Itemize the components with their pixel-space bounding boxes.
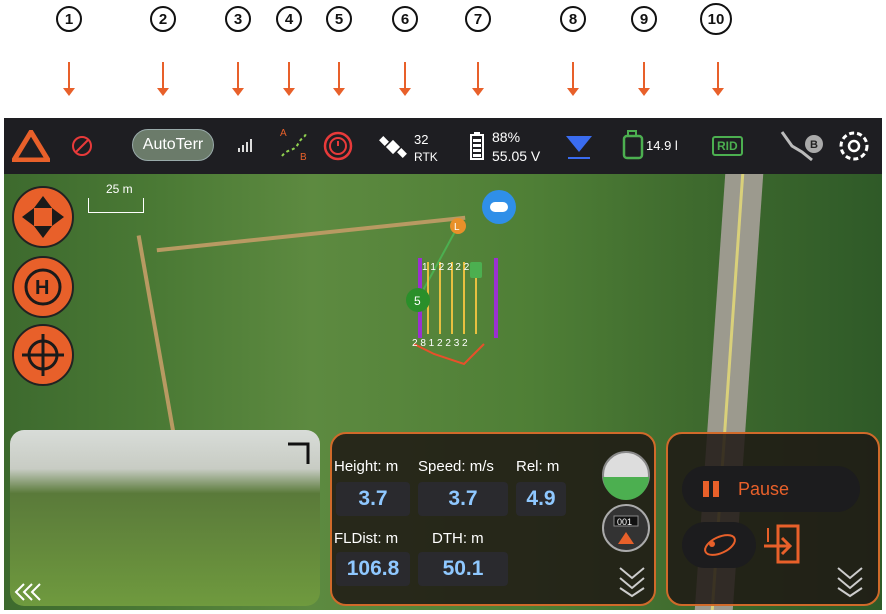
callout-6: 6 [392, 6, 418, 32]
dth-value: 50.1 [418, 552, 508, 586]
height-value: 3.7 [336, 482, 410, 516]
callout-arrow [333, 62, 345, 96]
dth-label: DTH: m [432, 530, 484, 547]
pause-label: Pause [738, 478, 790, 499]
no-entry-icon[interactable] [70, 134, 94, 158]
callout-arrow [157, 62, 169, 96]
route-ab-icon[interactable]: A B [276, 126, 310, 162]
orbit-mode-button[interactable] [682, 522, 756, 568]
signal-strength-icon [238, 139, 252, 152]
svg-text:A: A [280, 128, 287, 139]
crosshair-icon [22, 334, 64, 376]
attitude-indicator-icon [602, 451, 650, 500]
satellite-count: 32 [414, 132, 429, 147]
pause-icon [703, 481, 719, 497]
fldist-label: FLDist: m [334, 530, 399, 547]
fuel-level: 14.9 l [646, 138, 678, 153]
camera-feed[interactable] [10, 430, 320, 606]
scale-label: 25 m [106, 182, 133, 196]
status-bar: AutoTerr A B 32 RTK 88% 55.05 V 14.9 l R… [4, 118, 882, 174]
route-numbers-bottom: 2 8 1 2 2 3 2 [412, 338, 468, 349]
collapse-chevrons-icon[interactable] [10, 580, 50, 604]
callout-arrow [63, 62, 75, 96]
telemetry-panel: Height: m 3.7 Speed: m/s 3.7 Rel: m 4.9 … [330, 432, 656, 606]
svg-text:H: H [35, 277, 49, 299]
callout-legend: 1 2 3 4 5 6 7 8 9 10 [0, 0, 886, 112]
callout-2: 2 [150, 6, 176, 32]
callout-9: 9 [631, 6, 657, 32]
speed-value: 3.7 [418, 482, 508, 516]
satellite-icon [379, 136, 407, 158]
speed-label: Speed: m/s [418, 458, 494, 475]
route-marker-label: B [810, 139, 818, 151]
callout-arrow [712, 62, 724, 96]
rel-value: 4.9 [516, 482, 566, 516]
spray-mode-icon[interactable] [564, 132, 594, 160]
autoterrain-button[interactable]: AutoTerr [132, 129, 214, 161]
mission-control-panel: Pause [666, 432, 880, 606]
callout-4: 4 [276, 6, 302, 32]
callout-8: 8 [560, 6, 586, 32]
svg-text:B: B [300, 152, 307, 162]
map-view[interactable]: 25 m H L 5 1 1 2 2 2 2 2 8 1 2 2 3 2 Hei… [4, 174, 882, 610]
callout-arrow [283, 62, 295, 96]
dpad-icon [22, 196, 64, 238]
mission-route: L 5 1 1 2 2 2 2 2 8 1 2 2 3 2 [406, 218, 498, 366]
callout-arrow [399, 62, 411, 96]
target-button[interactable] [12, 324, 74, 386]
compass-icon: 001 [602, 504, 650, 552]
callout-arrow [232, 62, 244, 96]
collapse-chevrons-icon[interactable] [834, 562, 866, 598]
remote-id-badge[interactable]: RID [712, 136, 743, 156]
joystick-button[interactable] [12, 186, 74, 248]
pause-button[interactable]: Pause [682, 466, 860, 512]
app-logo-icon[interactable] [12, 130, 50, 162]
route-numbers-top: 1 1 2 2 2 2 [422, 262, 470, 273]
callout-5: 5 [326, 6, 352, 32]
expand-corner-icon[interactable] [286, 440, 312, 466]
battery-icon [470, 132, 484, 160]
battery-percent: 88% [492, 129, 521, 145]
waypoint-label: 5 [414, 294, 421, 308]
return-timer-icon[interactable] [322, 130, 354, 162]
dirt-road [136, 235, 176, 433]
rtk-status: RTK [414, 150, 438, 164]
height-label: Height: m [334, 458, 399, 475]
battery-voltage: 55.05 V [492, 148, 541, 164]
callout-arrow [638, 62, 650, 96]
fuel-tank-icon [622, 130, 644, 160]
exit-mission-icon[interactable] [760, 522, 810, 570]
callout-3: 3 [225, 6, 251, 32]
return-home-button[interactable]: H [12, 256, 74, 318]
home-marker-label: L [454, 222, 460, 233]
orbit-icon [704, 534, 736, 556]
scale-bar [88, 198, 144, 213]
heading-readout: 001 [617, 517, 632, 527]
callout-arrow [472, 62, 484, 96]
home-h-icon: H [24, 268, 62, 306]
collapse-chevrons-icon[interactable] [616, 562, 648, 598]
settings-gear-icon[interactable] [836, 128, 872, 164]
callout-10: 10 [700, 3, 732, 35]
callout-7: 7 [465, 6, 491, 32]
callout-1: 1 [56, 6, 82, 32]
route-to-b-icon[interactable]: B [776, 124, 826, 168]
fldist-value: 106.8 [336, 552, 410, 586]
rel-label: Rel: m [516, 458, 560, 475]
callout-arrow [567, 62, 579, 96]
